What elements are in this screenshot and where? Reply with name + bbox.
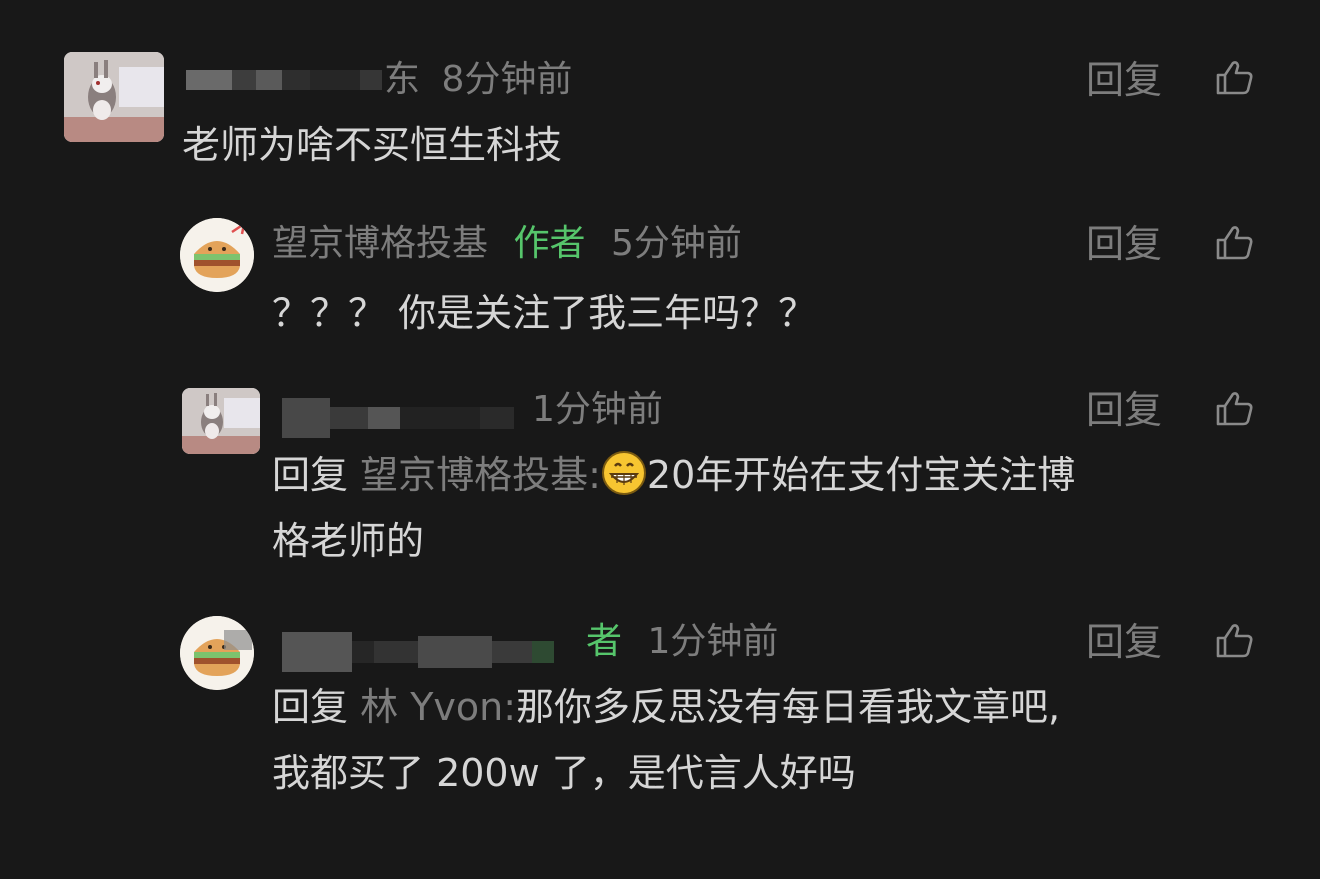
username-suffix: 东	[384, 59, 421, 100]
comment-text-continued: 我都买了 200w 了，是代言人好吗	[272, 751, 856, 795]
comment-text: ？？？ 你是关注了我三年吗？？	[272, 291, 817, 335]
comment-text-line: 20年开始在支付宝关注博	[646, 453, 1076, 497]
avatar-burger-image	[180, 218, 254, 292]
comment-time: 东 8分钟前	[384, 60, 572, 100]
timestamp: 1分钟前	[647, 621, 779, 662]
comment-header: 者 1分钟前	[586, 622, 778, 662]
avatar-rabbit-image	[182, 388, 260, 454]
reply-button[interactable]: 回复	[1086, 60, 1162, 100]
avatar-rabbit-image	[64, 52, 164, 142]
thumbs-up-icon[interactable]	[1214, 388, 1254, 428]
thumbs-up-icon[interactable]	[1214, 620, 1254, 660]
username-masked[interactable]	[186, 60, 382, 100]
comment-text: 回复 林 Yvon:那你多反思没有每日看我文章吧,	[272, 674, 1060, 740]
reply-target[interactable]: 林 Yvon:	[360, 685, 516, 729]
comment-thread: 东 8分钟前 回复 老师为啥不买恒生科技 望京博格投基 作者 5分钟前 回复 ？…	[0, 0, 1320, 879]
timestamp: 5分钟前	[610, 223, 742, 264]
username-masked[interactable]	[282, 398, 514, 438]
reply-prefix: 回复	[272, 685, 349, 729]
thumbs-up-icon[interactable]	[1214, 57, 1254, 97]
reply-target[interactable]: 望京博格投基:	[360, 453, 601, 497]
comment-text-line: 那你多反思没有每日看我文章吧,	[516, 685, 1061, 729]
comment-header: 望京博格投基 作者 5分钟前	[272, 224, 742, 264]
avatar[interactable]	[180, 616, 254, 690]
username[interactable]: 望京博格投基	[272, 223, 488, 264]
timestamp: 8分钟前	[441, 59, 573, 100]
author-badge: 者	[586, 621, 623, 662]
reply-button[interactable]: 回复	[1086, 390, 1162, 430]
username-masked[interactable]	[282, 632, 554, 672]
reply-button[interactable]: 回复	[1086, 224, 1162, 264]
avatar-burger-image	[180, 616, 254, 690]
comment-text: 老师为啥不买恒生科技	[182, 123, 563, 167]
author-badge: 作者	[513, 223, 586, 264]
avatar[interactable]	[182, 388, 260, 454]
avatar[interactable]	[64, 52, 164, 142]
thumbs-up-icon[interactable]	[1214, 222, 1254, 262]
avatar[interactable]	[180, 218, 254, 292]
reply-button[interactable]: 回复	[1086, 622, 1162, 662]
timestamp: 1分钟前	[532, 389, 663, 430]
grin-emoji-icon	[601, 451, 646, 495]
reply-prefix: 回复	[272, 453, 349, 497]
comment-text-continued: 格老师的	[272, 519, 425, 563]
comment-text: 回复 望京博格投基: 20年开始在支付宝关注博	[272, 442, 1075, 508]
